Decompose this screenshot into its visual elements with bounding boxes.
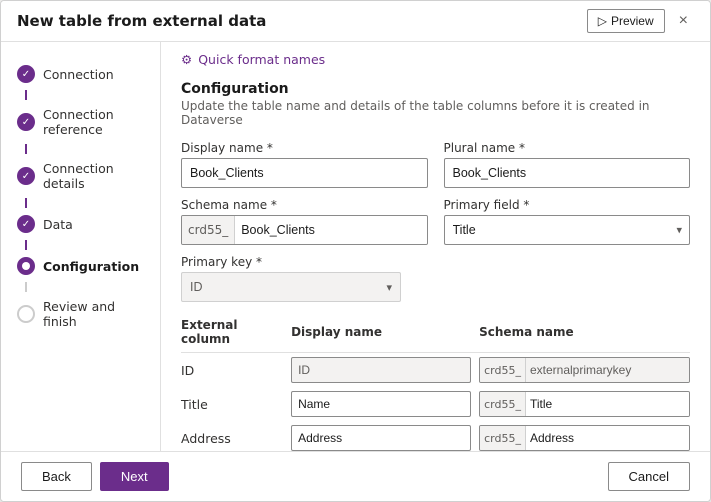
table-row: Title crd55_ [181,387,690,421]
columns-table: External column Display name Schema name… [181,314,690,451]
sidebar-item-connection-reference[interactable]: ✓ Connection reference [1,100,160,144]
step-circle-connection-reference: ✓ [17,113,35,131]
cell-schema-0: crd55_ [479,353,690,388]
cell-external-1: Title [181,387,291,421]
step-connector-1 [25,90,27,100]
close-button[interactable]: × [673,10,694,32]
section-title: Configuration [181,81,690,97]
display-name-label: Display name [181,141,428,155]
primary-key-chevron: ▾ [378,281,400,294]
sidebar-item-review-finish[interactable]: Review and finish [1,292,160,336]
preview-label: Preview [611,14,654,28]
step-label-connection-details: Connection details [43,161,144,191]
preview-button[interactable]: ▷ Preview [587,9,665,33]
dialog-body: ✓ Connection ✓ Connection reference ✓ Co… [1,42,710,451]
sidebar-item-connection[interactable]: ✓ Connection [1,58,160,90]
schema-name-label: Schema name [181,198,428,212]
schema-prefix-1: crd55_ [480,392,526,416]
dialog: New table from external data ▷ Preview ×… [0,0,711,502]
footer-left: Back Next [21,462,169,491]
step-circle-configuration [17,257,35,275]
schema-name-input[interactable] [235,216,426,244]
form-row-primary-key: Primary key ▾ [181,255,690,302]
preview-icon: ▷ [598,14,607,28]
schema-prefix-0: crd55_ [480,358,526,382]
quick-format-label: Quick format names [198,52,325,67]
schema-prefix-2: crd55_ [480,426,526,450]
display-name-input[interactable] [181,158,428,188]
schema-input-1[interactable] [526,392,689,416]
primary-key-input [182,273,378,301]
step-circle-data: ✓ [17,215,35,233]
cell-display-1 [291,387,479,421]
step-circle-review-finish [17,305,35,323]
schema-input-0 [526,358,689,382]
primary-field-select[interactable]: Title [444,215,691,245]
primary-key-label: Primary key [181,255,401,269]
main-content: ⚙ Quick format names Configuration Updat… [161,42,710,451]
schema-wrapper-2: crd55_ [479,425,690,451]
display-input-0 [291,357,471,383]
step-label-configuration: Configuration [43,259,139,274]
col-header-schema: Schema name [479,314,690,353]
back-button[interactable]: Back [21,462,92,491]
plural-name-label: Plural name [444,141,691,155]
cell-display-0 [291,353,479,388]
quick-format-icon: ⚙ [181,52,192,67]
plural-name-input[interactable] [444,158,691,188]
schema-name-wrapper: crd55_ [181,215,428,245]
sidebar-item-data[interactable]: ✓ Data [1,208,160,240]
cancel-button[interactable]: Cancel [608,462,690,491]
schema-wrapper-1: crd55_ [479,391,690,417]
step-connector-2 [25,144,27,154]
display-input-2[interactable] [291,425,471,451]
cell-schema-1: crd55_ [479,387,690,421]
sidebar-item-configuration[interactable]: Configuration [1,250,160,282]
form-row-names: Display name Plural name [181,141,690,188]
primary-key-wrapper: ▾ [181,272,401,302]
schema-name-group: Schema name crd55_ [181,198,428,245]
primary-field-select-wrapper: Title ▾ [444,215,691,245]
next-button[interactable]: Next [100,462,169,491]
form-row-schema-primary: Schema name crd55_ Primary field Title ▾ [181,198,690,245]
step-label-connection-reference: Connection reference [43,107,144,137]
step-connector-4 [25,240,27,250]
header-right: ▷ Preview × [587,9,694,33]
cell-external-2: Address [181,421,291,451]
schema-wrapper-0: crd55_ [479,357,690,383]
cell-external-0: ID [181,353,291,388]
step-connector-3 [25,198,27,208]
display-name-group: Display name [181,141,428,188]
sidebar: ✓ Connection ✓ Connection reference ✓ Co… [1,42,161,451]
quick-format-row[interactable]: ⚙ Quick format names [181,52,690,67]
step-circle-connection-details: ✓ [17,167,35,185]
table-row: ID crd55_ [181,353,690,388]
dialog-title: New table from external data [17,12,266,30]
dialog-header: New table from external data ▷ Preview × [1,1,710,42]
section-description: Update the table name and details of the… [181,99,690,127]
primary-key-group: Primary key ▾ [181,255,401,302]
col-header-external: External column [181,314,291,353]
display-input-1[interactable] [291,391,471,417]
step-label-data: Data [43,217,73,232]
primary-field-group: Primary field Title ▾ [444,198,691,245]
schema-input-2[interactable] [526,426,689,450]
col-header-display: Display name [291,314,479,353]
sidebar-item-connection-details[interactable]: ✓ Connection details [1,154,160,198]
step-connector-5 [25,282,27,292]
plural-name-group: Plural name [444,141,691,188]
table-row: Address crd55_ [181,421,690,451]
step-label-review-finish: Review and finish [43,299,144,329]
dialog-footer: Back Next Cancel [1,451,710,501]
cell-schema-2: crd55_ [479,421,690,451]
cell-display-2 [291,421,479,451]
columns-table-section: External column Display name Schema name… [181,314,690,451]
step-label-connection: Connection [43,67,114,82]
schema-name-prefix: crd55_ [182,216,235,244]
step-circle-connection: ✓ [17,65,35,83]
primary-field-label: Primary field [444,198,691,212]
